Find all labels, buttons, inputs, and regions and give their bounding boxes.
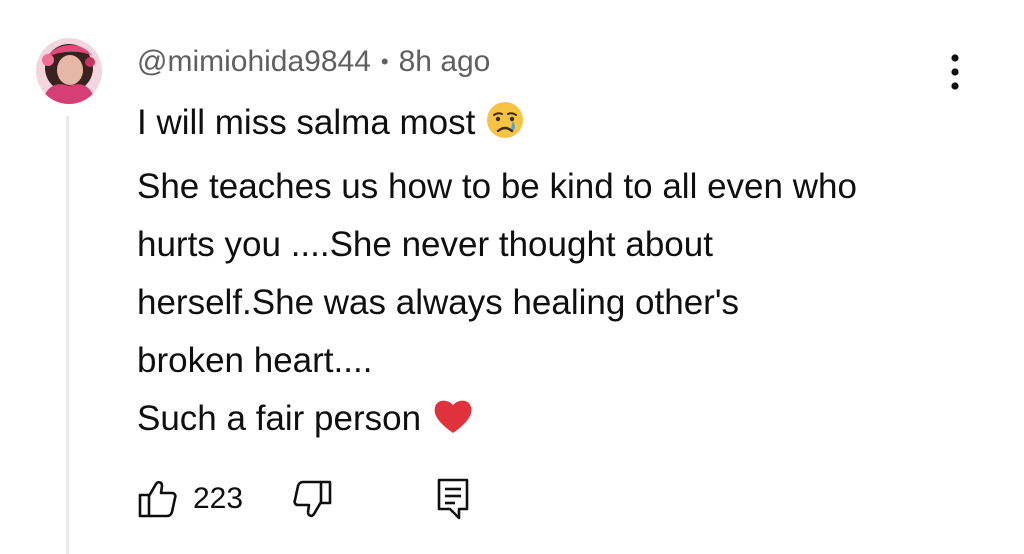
comment-header: @mimiohida9844 • 8h ago: [137, 44, 490, 80]
thumbs-down-icon: [293, 480, 332, 518]
avatar-image: [36, 38, 102, 104]
comment-line: herself.She was always healing other's: [137, 283, 740, 322]
author-handle[interactable]: @mimiohida9844: [137, 45, 371, 79]
comment-line-text: I will miss salma most: [137, 103, 476, 142]
comment-line: broken heart....: [137, 341, 373, 380]
header-separator: •: [380, 49, 389, 74]
comment-line-text: Such a fair person: [137, 399, 422, 438]
author-avatar[interactable]: [36, 38, 102, 104]
like-count: 223: [193, 482, 244, 515]
thumbs-up-icon: [138, 480, 177, 518]
comment-line: Such a fair person: [137, 390, 977, 454]
more-vertical-icon: [951, 54, 959, 90]
comment-actions: 223: [137, 474, 471, 524]
crying-face-emoji: [485, 100, 525, 158]
reply-button[interactable]: [435, 477, 471, 521]
comment-line: hurts you ....She never thought about: [137, 225, 713, 264]
comment-line: She teaches us how to be kind to all eve…: [137, 167, 857, 206]
comment-line: I will miss salma most: [137, 94, 977, 158]
red-heart-emoji: [431, 396, 475, 454]
comment-body: I will miss salma most She teaches us ho…: [137, 94, 977, 454]
dislike-button[interactable]: [291, 478, 333, 520]
more-options-button[interactable]: [940, 50, 970, 94]
comment-timestamp[interactable]: 8h ago: [399, 45, 491, 79]
like-button[interactable]: 223: [137, 478, 243, 520]
reply-thread-line: [66, 116, 69, 554]
reply-comment-icon: [437, 478, 469, 520]
